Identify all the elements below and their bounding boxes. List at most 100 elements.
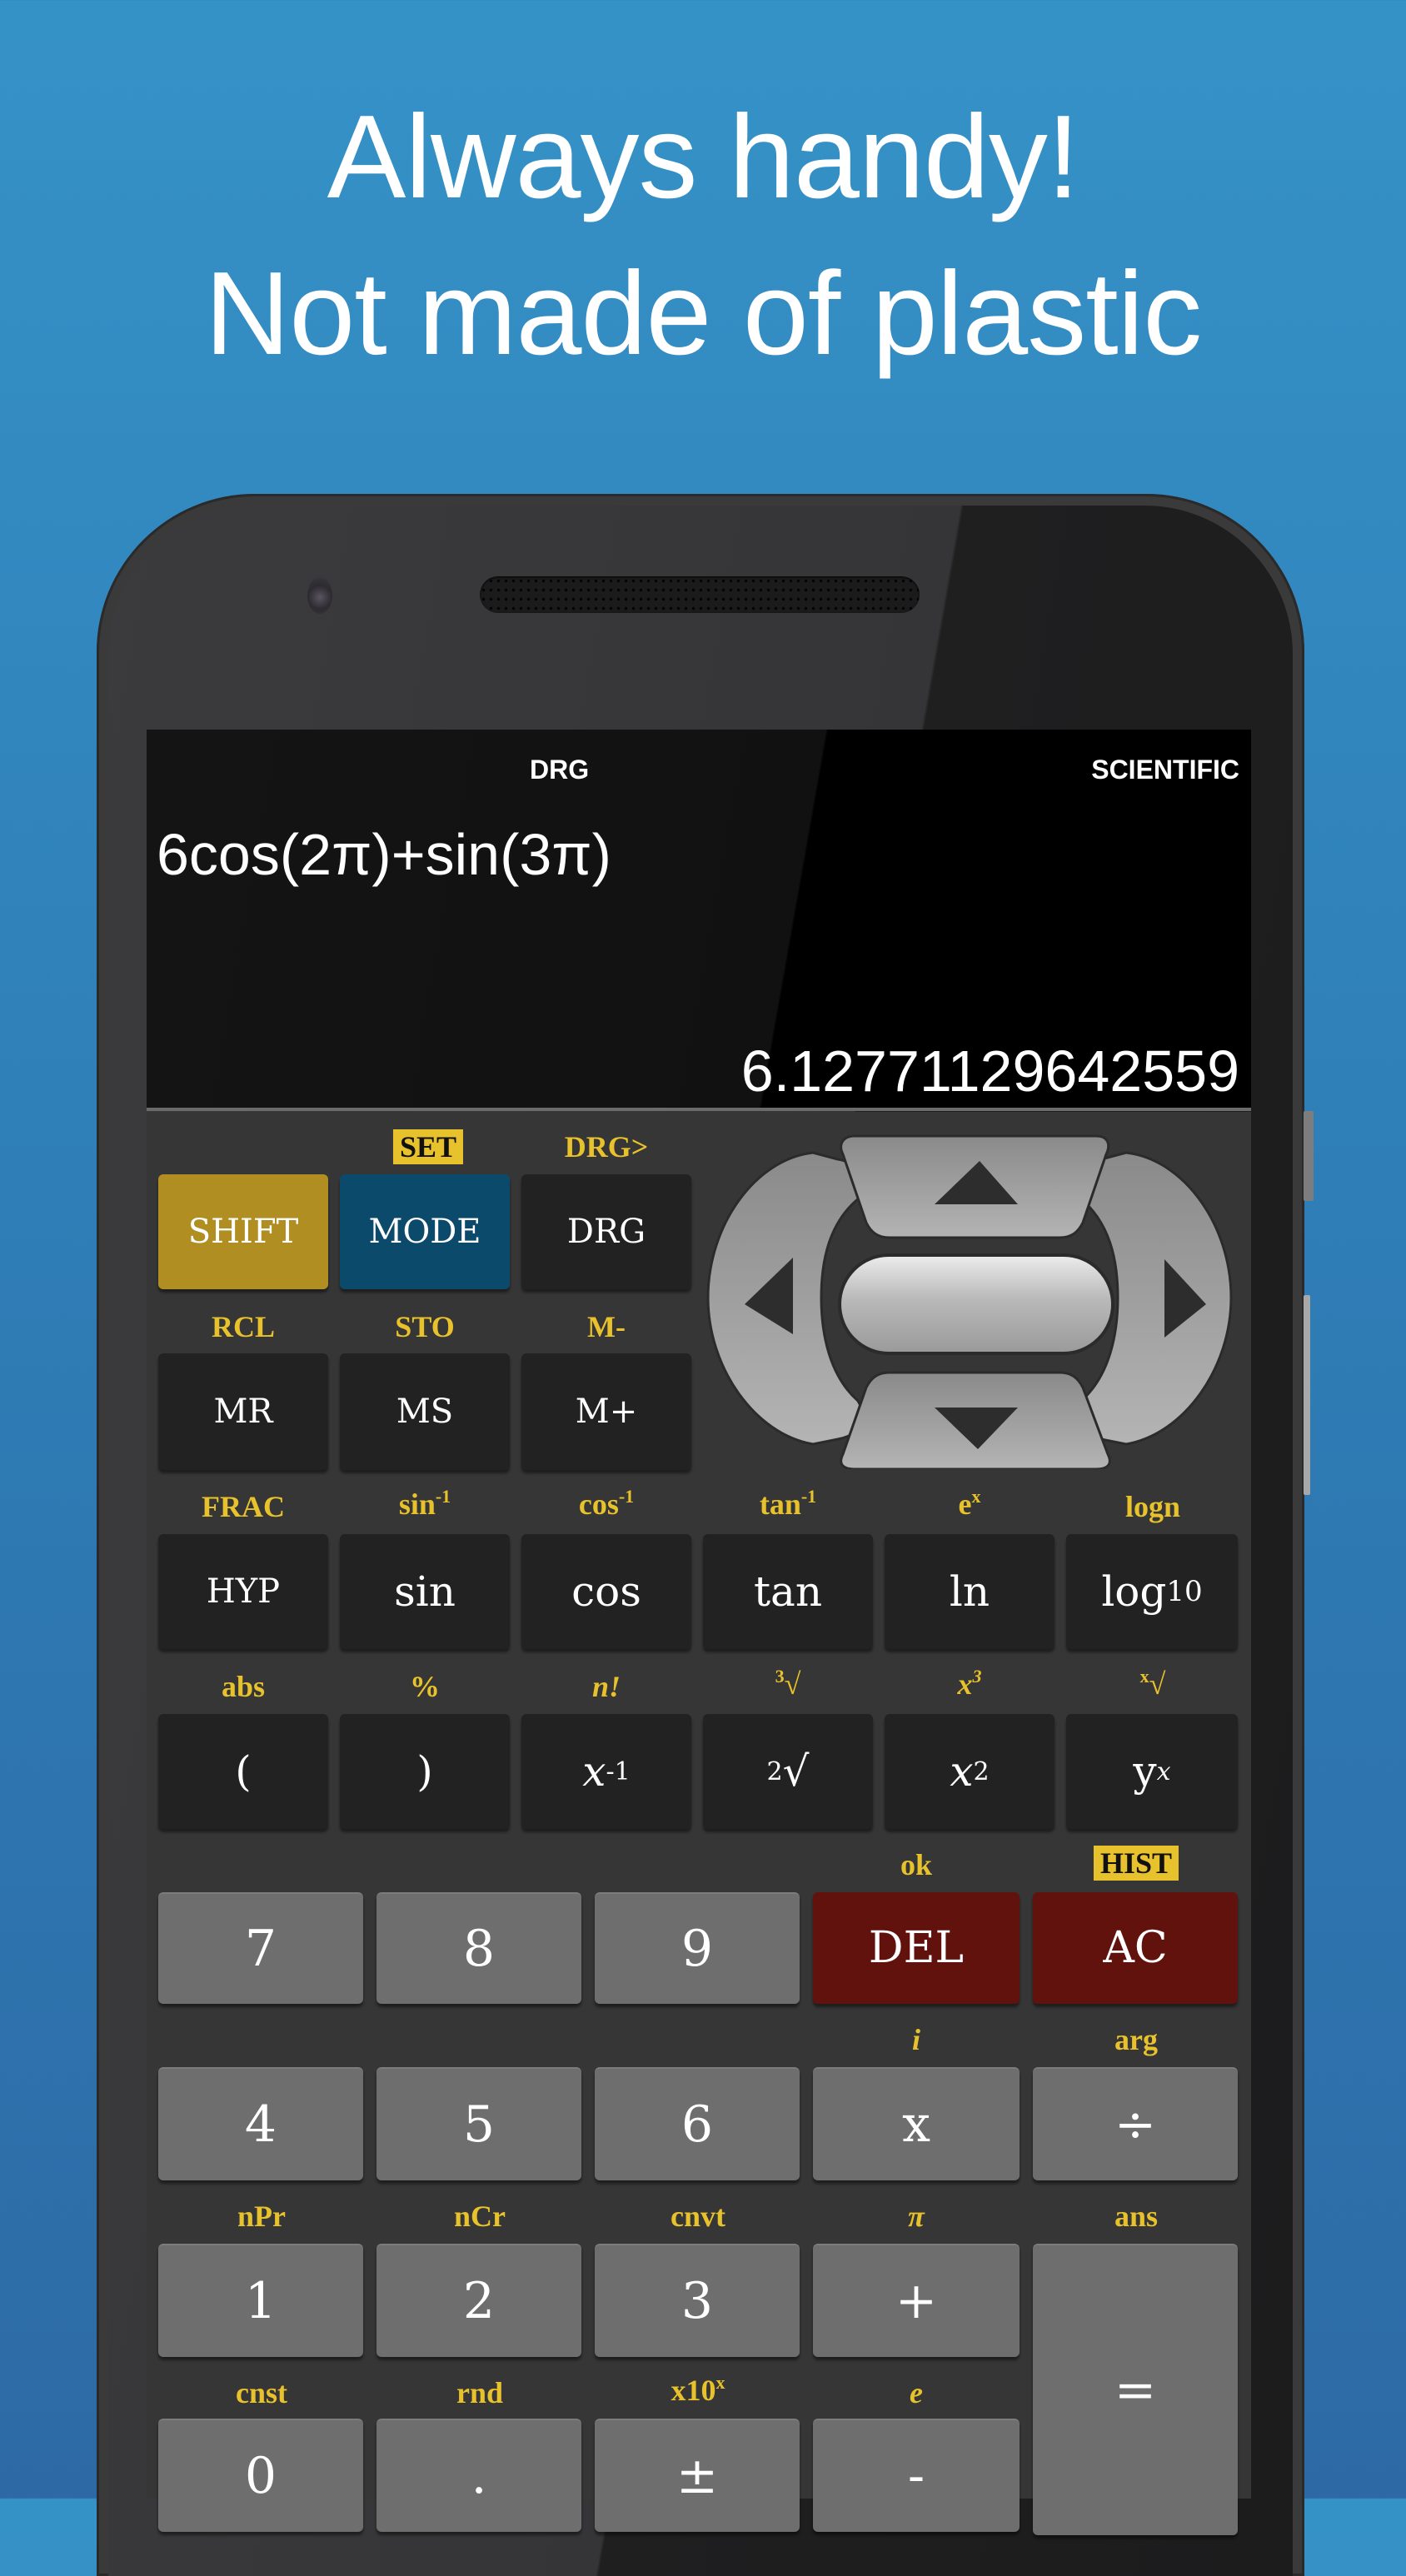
power-sup: x xyxy=(1156,1756,1171,1786)
ms-label: MS xyxy=(396,1393,454,1431)
digit-2-label: 2 xyxy=(462,2272,496,2330)
cos-button[interactable]: cos xyxy=(521,1534,691,1649)
shift-button-label: SHIFT xyxy=(187,1213,299,1251)
minus-button[interactable]: - xyxy=(813,2419,1020,2532)
expression-field[interactable]: 6cos(2π)+sin(3π) xyxy=(157,821,611,888)
shift-label-npr: nPr xyxy=(237,2200,286,2233)
sqrt-index: 2 xyxy=(766,1756,783,1786)
cbrt-index: 3 xyxy=(775,1666,785,1687)
divide-button[interactable]: ÷ xyxy=(1033,2067,1238,2180)
hyp-button[interactable]: HYP xyxy=(158,1534,328,1649)
digit-4-label: 4 xyxy=(244,2095,277,2154)
shift-label-euler: e xyxy=(910,2376,923,2409)
digit-1-button[interactable]: 1 xyxy=(158,2244,363,2357)
sin-button[interactable]: sin xyxy=(340,1534,510,1649)
shift-label-acos: cos-1 xyxy=(579,1486,634,1522)
digit-0-button[interactable]: 0 xyxy=(158,2419,363,2532)
shift-label-rcl: RCL xyxy=(211,1310,276,1343)
memory-recall-button[interactable]: MR xyxy=(158,1353,328,1470)
log10-button[interactable]: log 10 xyxy=(1066,1534,1238,1649)
angle-mode-indicator: DRG xyxy=(530,755,590,785)
all-clear-label: AC xyxy=(1103,1923,1168,1973)
digit-5-button[interactable]: 5 xyxy=(376,2067,581,2180)
shift-label-x10: x10x xyxy=(671,2372,725,2408)
cube-sup: 3 xyxy=(972,1666,982,1687)
shift-label-m-minus: M- xyxy=(587,1310,626,1343)
all-clear-button[interactable]: AC xyxy=(1033,1892,1238,2004)
reciprocal-base: x xyxy=(582,1747,606,1796)
shift-label-set: SET xyxy=(392,1129,464,1164)
xroot-index: x xyxy=(1139,1666,1149,1687)
digit-3-button[interactable]: 3 xyxy=(595,2244,800,2357)
open-paren-button[interactable]: ( xyxy=(158,1714,328,1829)
shift-label-atan: tan-1 xyxy=(760,1486,816,1522)
ln-label: ln xyxy=(949,1567,990,1616)
digit-2-button[interactable]: 2 xyxy=(376,2244,581,2357)
mode-button[interactable]: MODE xyxy=(340,1174,510,1289)
digit-6-button[interactable]: 6 xyxy=(595,2067,800,2180)
delete-label: DEL xyxy=(868,1923,965,1973)
sqrt-radical: √ xyxy=(782,1747,810,1796)
dpad xyxy=(706,1134,1233,1469)
shift-label-ans: ans xyxy=(1114,2200,1159,2233)
hyp-label: HYP xyxy=(206,1572,281,1611)
digit-9-label: 9 xyxy=(681,1920,714,1978)
asin-base: sin xyxy=(398,1487,436,1521)
multiply-button[interactable]: x xyxy=(813,2067,1020,2180)
shift-button[interactable]: SHIFT xyxy=(158,1174,328,1289)
shift-label-sto: STO xyxy=(395,1310,455,1343)
drg-button[interactable]: DRG xyxy=(521,1174,691,1289)
shift-label-abs: abs xyxy=(221,1670,266,1703)
shift-label-xroot: x√ xyxy=(1140,1666,1166,1702)
digit-6-label: 6 xyxy=(681,2095,714,2154)
front-camera-icon xyxy=(307,577,332,614)
plus-minus-button[interactable]: ± xyxy=(595,2419,800,2532)
digit-0-label: 0 xyxy=(244,2447,277,2505)
xroot-radical: √ xyxy=(1149,1667,1166,1701)
delete-button[interactable]: DEL xyxy=(813,1892,1020,2004)
equals-label: = xyxy=(1114,2361,1157,2419)
digit-8-button[interactable]: 8 xyxy=(376,1892,581,2004)
drg-button-label: DRG xyxy=(566,1213,646,1251)
mplus-label: M+ xyxy=(575,1393,638,1431)
digit-8-label: 8 xyxy=(462,1920,496,1978)
earpiece-speaker xyxy=(480,576,920,613)
mode-button-label: MODE xyxy=(368,1213,481,1251)
shift-label-drg-convert: DRG> xyxy=(564,1130,649,1163)
digit-4-button[interactable]: 4 xyxy=(158,2067,363,2180)
ln-button[interactable]: ln xyxy=(885,1534,1054,1649)
cos-label: cos xyxy=(571,1567,641,1616)
tan-button[interactable]: tan xyxy=(703,1534,873,1649)
shift-label-imaginary: i xyxy=(911,2023,921,2056)
divide-label: ÷ xyxy=(1114,2095,1157,2154)
x10-sup: x xyxy=(715,2372,725,2393)
memory-add-button[interactable]: M+ xyxy=(521,1353,691,1470)
digit-3-label: 3 xyxy=(681,2272,714,2330)
square-root-button[interactable]: 2 √ xyxy=(703,1714,873,1829)
dpad-center-button[interactable] xyxy=(838,1253,1114,1355)
close-paren-button[interactable]: ) xyxy=(340,1714,510,1829)
headline-line-2: Not made of plastic xyxy=(204,247,1202,380)
log-label: log xyxy=(1101,1567,1167,1616)
shift-label-factorial: n! xyxy=(591,1670,621,1703)
square-button[interactable]: x2 xyxy=(885,1714,1054,1829)
digit-7-button[interactable]: 7 xyxy=(158,1892,363,2004)
minus-label: - xyxy=(907,2447,925,2505)
close-paren-label: ) xyxy=(416,1747,433,1796)
open-paren-label: ( xyxy=(235,1747,252,1796)
shift-label-arg: arg xyxy=(1114,2023,1158,2056)
digit-9-button[interactable]: 9 xyxy=(595,1892,800,2004)
shift-label-percent: % xyxy=(410,1670,440,1703)
equals-button[interactable]: = xyxy=(1033,2244,1238,2535)
cube-base: x xyxy=(957,1667,973,1701)
shift-label-asin: sin-1 xyxy=(399,1486,451,1522)
plus-button[interactable]: + xyxy=(813,2244,1020,2357)
memory-store-button[interactable]: MS xyxy=(340,1353,510,1470)
reciprocal-button[interactable]: x -1 xyxy=(521,1714,691,1829)
plus-minus-label: ± xyxy=(676,2447,719,2505)
shift-label-cube: x3 xyxy=(958,1666,982,1702)
decimal-point-button[interactable]: . xyxy=(376,2419,581,2532)
decimal-point-label: . xyxy=(471,2447,487,2505)
digit-1-label: 1 xyxy=(244,2272,277,2330)
power-button-key[interactable]: yx xyxy=(1066,1714,1238,1829)
